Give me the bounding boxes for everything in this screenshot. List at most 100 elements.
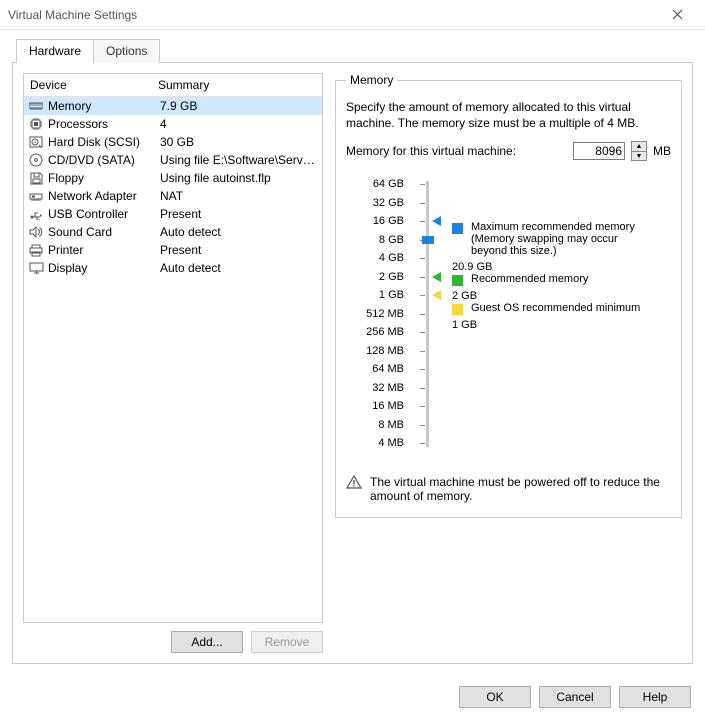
legend-max-note: (Memory swapping may occur beyond this s… [471,233,651,257]
memory-input[interactable] [573,142,625,160]
warning-text: The virtual machine must be powered off … [370,475,671,503]
device-list[interactable]: Device Summary Memory7.9 GBProcessors4Ha… [23,73,323,623]
remove-button-label: Remove [265,635,310,649]
device-name: Processors [48,117,156,131]
device-name: CD/DVD (SATA) [48,153,156,167]
slider-tick-label: 512 MB [366,305,404,324]
floppy-icon [28,170,44,186]
add-button-label: Add... [191,635,222,649]
marker-rec-icon [432,272,441,282]
device-summary: Auto detect [160,261,318,275]
device-name: Display [48,261,156,275]
window-title: Virtual Machine Settings [8,8,137,22]
help-button-label: Help [643,690,668,704]
tab-options-label: Options [106,44,147,58]
add-button[interactable]: Add... [171,631,243,653]
device-summary: Using file autoinst.flp [160,171,318,185]
slider-tick [420,443,425,444]
slider-tick-label: 16 GB [373,212,404,231]
slider-tick [420,221,425,222]
help-button[interactable]: Help [619,686,691,708]
slider-tick [420,332,425,333]
device-summary: 7.9 GB [160,99,318,113]
device-row[interactable]: PrinterPresent [24,241,322,259]
device-row[interactable]: Hard Disk (SCSI) 30 GB [24,133,322,151]
memory-icon [28,98,44,114]
slider-tick-label: 8 MB [378,416,404,435]
tab-options[interactable]: Options [93,39,160,63]
memory-legend-column: Maximum recommended memory (Memory swapp… [452,175,671,453]
device-row[interactable]: Sound Card Auto detect [24,223,322,241]
slider-thumb[interactable] [422,236,434,244]
memory-unit: MB [653,144,671,158]
slider-tick-labels: 64 GB32 GB16 GB8 GB4 GB2 GB1 GB512 MB256… [346,175,404,453]
legend-rec-label: Recommended memory [471,273,588,286]
slider-tick-label: 16 MB [372,397,404,416]
slider-tick [420,314,425,315]
device-row[interactable]: USB ControllerPresent [24,205,322,223]
tabs: Hardware Options [16,38,693,62]
swatch-max-icon [452,223,463,234]
sound-icon [28,224,44,240]
memory-description: Specify the amount of memory allocated t… [346,99,671,131]
hdd-icon [28,134,44,150]
memory-group: Memory Specify the amount of memory allo… [335,73,682,518]
ok-button[interactable]: OK [459,686,531,708]
slider-tick [420,203,425,204]
memory-legend: Memory [346,73,397,87]
spinner-down-icon[interactable]: ▼ [632,152,646,161]
device-name: Sound Card [48,225,156,239]
device-row[interactable]: Memory 7.9 GB [24,97,322,115]
device-summary: Using file E:\Software\Serve... [160,153,318,167]
device-name: Network Adapter [48,189,156,203]
slider-tick-label: 64 GB [373,175,404,194]
slider-tick [420,277,425,278]
device-summary: NAT [160,189,318,203]
printer-icon [28,242,44,258]
slider-tick-label: 2 GB [379,268,404,287]
device-row[interactable]: CD/DVD (SATA) Using file E:\Software\Serv… [24,151,322,169]
device-row[interactable]: Network Adapter NAT [24,187,322,205]
dialog-footer: OK Cancel Help [0,676,705,718]
device-name: Memory [48,99,156,113]
device-name: Hard Disk (SCSI) [48,135,156,149]
marker-max-icon [432,216,441,226]
cancel-button[interactable]: Cancel [539,686,611,708]
device-row[interactable]: Processors4 [24,115,322,133]
slider-tick-label: 32 MB [372,379,404,398]
memory-spinner[interactable]: ▲ ▼ [631,141,647,161]
spinner-up-icon[interactable]: ▲ [632,142,646,152]
header-summary[interactable]: Summary [152,74,322,96]
legend-max-label: Maximum recommended memory [471,221,651,233]
legend-min-value: 1 GB [452,319,671,331]
legend-max-value: 20.9 GB [452,261,671,273]
device-row[interactable]: Display Auto detect [24,259,322,277]
device-summary: Present [160,243,318,257]
cpu-icon [28,116,44,132]
slider-tick-label: 4 MB [378,434,404,453]
slider-tick-label: 64 MB [372,360,404,379]
slider-tick-label: 128 MB [366,342,404,361]
device-summary: 30 GB [160,135,318,149]
device-list-header: Device Summary [24,74,322,97]
slider-tick [420,388,425,389]
slider-tick [420,351,425,352]
slider-tick [420,406,425,407]
slider-tick [420,258,425,259]
memory-slider[interactable] [410,175,446,453]
swatch-rec-icon [452,275,463,286]
legend-min-label: Guest OS recommended minimum [471,302,640,315]
cd-icon [28,152,44,168]
slider-tick [420,295,425,296]
slider-tick [420,369,425,370]
close-icon[interactable] [657,1,697,29]
header-device[interactable]: Device [24,74,152,96]
slider-tick-label: 256 MB [366,323,404,342]
device-summary: Auto detect [160,225,318,239]
tab-hardware[interactable]: Hardware [16,39,94,63]
swatch-min-icon [452,304,463,315]
slider-tick-label: 8 GB [379,231,404,250]
device-name: USB Controller [48,207,156,221]
device-row[interactable]: FloppyUsing file autoinst.flp [24,169,322,187]
remove-button: Remove [251,631,323,653]
